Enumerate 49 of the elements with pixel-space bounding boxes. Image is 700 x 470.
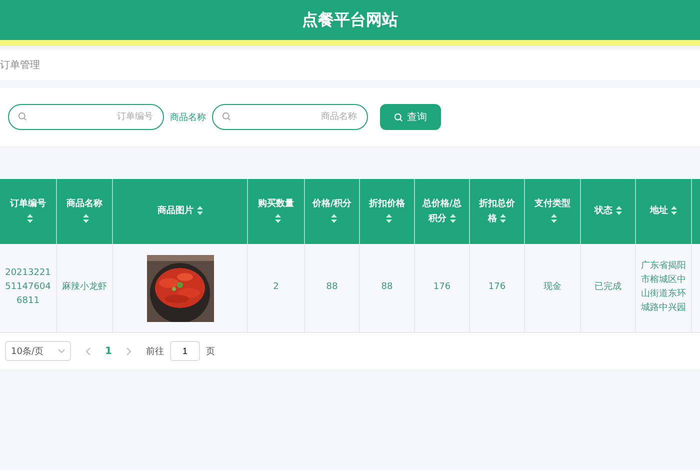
page-input[interactable]: 1 [170, 341, 200, 361]
column-header[interactable]: 订单编号 [0, 179, 57, 244]
sort-icon[interactable] [450, 214, 456, 223]
column-header[interactable]: 商品名称 [57, 179, 113, 244]
column-header[interactable]: 商品图片 [113, 179, 248, 244]
table-cell-text: 广东省揭阳市榕城区中山街道东环城路中兴园 [641, 260, 686, 315]
column-header[interactable]: 状态 [581, 179, 636, 244]
search-icon [18, 112, 27, 121]
sort-icon[interactable] [551, 214, 557, 223]
next-icon[interactable] [126, 346, 132, 356]
page-size-select[interactable]: 10条/页 [5, 341, 71, 361]
goto-label: 前往 [146, 346, 164, 358]
column-header[interactable]: 价格/积分 [305, 179, 360, 244]
table-cell-text: 20213221511476046811 [5, 267, 51, 308]
sort-icon[interactable] [26, 214, 32, 223]
caret-icon [58, 349, 65, 353]
sort-icon[interactable] [330, 214, 336, 223]
sort-icon[interactable] [500, 214, 506, 223]
sort-icon[interactable] [671, 206, 677, 216]
column-header[interactable]: 折扣价格 [360, 179, 415, 244]
sort-icon[interactable] [83, 214, 89, 223]
search-field[interactable]: 商品名称 [212, 104, 368, 130]
table-cell-text: 88 [326, 281, 338, 294]
column-header[interactable]: 购买数量 [248, 179, 305, 244]
search-field[interactable]: 订单编号 [8, 104, 164, 130]
sort-icon[interactable] [274, 214, 280, 223]
breadcrumb[interactable]: 订单管理 [0, 58, 40, 72]
field-label: 商品名称 [170, 112, 206, 124]
column-header[interactable]: 地址 [636, 179, 692, 244]
sort-icon[interactable] [196, 206, 202, 216]
table-cell-text: 176 [488, 281, 506, 294]
table-cell-text: 现金 [544, 281, 562, 294]
sort-icon[interactable] [386, 214, 392, 223]
site-title: 点餐平台网站 [302, 10, 398, 30]
page-number[interactable]: 1 [105, 346, 112, 356]
page-unit: 页 [206, 346, 215, 358]
previous-icon[interactable] [85, 346, 91, 356]
column-header[interactable]: 总价格/总积分 [415, 179, 470, 244]
search-icon [222, 112, 231, 121]
table-cell-text: 176 [433, 281, 451, 294]
search-icon [394, 112, 403, 122]
query-button[interactable]: 查询 [380, 104, 441, 130]
table-cell-text: 已完成 [594, 281, 622, 294]
table-cell-text: 麻辣小龙虾 [62, 281, 107, 294]
column-header[interactable]: 支付类型 [525, 179, 581, 244]
column-header[interactable]: 折扣总价格 [470, 179, 525, 244]
table-cell-text: 2 [273, 281, 279, 294]
table-cell-text: 88 [381, 281, 393, 294]
sort-icon[interactable] [616, 206, 622, 216]
